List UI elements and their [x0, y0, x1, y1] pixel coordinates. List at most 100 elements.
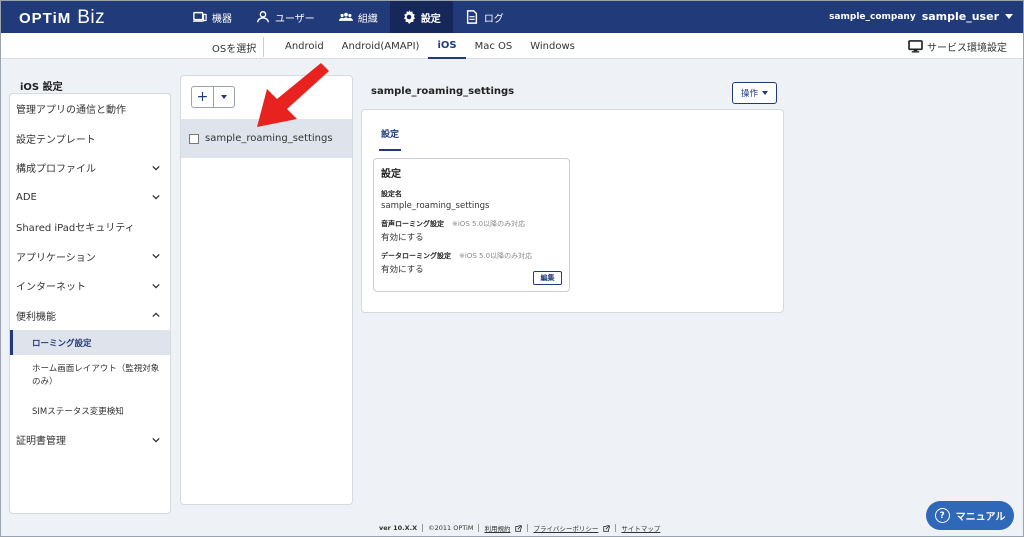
- company-name: sample_company: [829, 11, 916, 22]
- edit-button[interactable]: 編集: [533, 271, 562, 285]
- operations-label: 操作: [740, 89, 758, 99]
- sidebar-title: iOS 設定: [20, 82, 63, 93]
- field-label-text: 音声ローミング設定: [381, 220, 444, 228]
- external-link-icon: [515, 524, 523, 532]
- tab-settings[interactable]: 設定: [379, 127, 402, 151]
- sidebar-item-label: 便利機能: [16, 311, 56, 323]
- tab-ios[interactable]: iOS: [428, 33, 466, 59]
- sidebar-item-internet[interactable]: インターネット: [10, 271, 170, 301]
- divider: [263, 37, 264, 57]
- chevron-down-icon: [152, 165, 160, 171]
- main-nav: 機器 ユーザー 組織 設定 ログ: [181, 1, 516, 33]
- field-label-name: 設定名: [381, 189, 562, 199]
- privacy-link[interactable]: プライバシーポリシー: [533, 523, 598, 533]
- nav-devices[interactable]: 機器: [181, 1, 244, 33]
- card-title: 設定: [381, 169, 401, 180]
- red-arrow-annotation: [257, 63, 329, 127]
- divider: [527, 524, 529, 532]
- sidebar-item-label: 管理アプリの通信と動作: [16, 105, 126, 117]
- sidebar-item-label: 設定テンプレート: [16, 134, 96, 146]
- caret-down-icon: [221, 95, 227, 99]
- nav-settings[interactable]: 設定: [389, 1, 453, 33]
- service-env-label: サービス環境設定: [927, 43, 1007, 54]
- sidebar-item-convenience[interactable]: 便利機能: [10, 301, 170, 331]
- divider: [478, 524, 480, 532]
- user-name: sample_user: [921, 10, 999, 23]
- logo-biz: Biz: [77, 7, 106, 28]
- nav-log[interactable]: ログ: [453, 1, 516, 33]
- chevron-down-icon: [152, 195, 160, 200]
- sidebar-item-shared-ipad[interactable]: Shared iPadセキュリティ: [10, 212, 170, 242]
- detail-panel: 設定 設定 設定名 sample_roaming_settings 音声ローミン…: [361, 109, 784, 313]
- operations-button[interactable]: 操作: [732, 82, 777, 104]
- list-item-label: sample_roaming_settings: [205, 133, 333, 144]
- caret-down-icon: [1005, 14, 1013, 19]
- sidebar-item-applications[interactable]: アプリケーション: [10, 242, 170, 272]
- user-menu[interactable]: sample_company sample_user: [829, 10, 1013, 23]
- sidebar-item-label: インターネット: [16, 282, 86, 294]
- sidebar-subitem-home-layout[interactable]: ホーム画面レイアウト（監視対象のみ）: [10, 355, 170, 397]
- settings-card: 設定 設定名 sample_roaming_settings 音声ローミング設定…: [373, 158, 570, 292]
- sidebar-item-ade[interactable]: ADE: [10, 183, 170, 213]
- field-note: ※iOS 5.0以降のみ対応: [452, 220, 526, 228]
- group-icon: [338, 12, 353, 21]
- field-label-voice-roaming: 音声ローミング設定 ※iOS 5.0以降のみ対応: [381, 219, 562, 229]
- sidebar-item-config-profile[interactable]: 構成プロファイル: [10, 153, 170, 183]
- add-dropdown-button[interactable]: [213, 87, 234, 107]
- nav-users[interactable]: ユーザー: [244, 1, 327, 33]
- divider: [422, 524, 424, 532]
- sidebar: 管理アプリの通信と動作 設定テンプレート 構成プロファイル ADE Shared…: [9, 93, 171, 514]
- gear-icon: [403, 10, 415, 24]
- sidebar-item-app-comm[interactable]: 管理アプリの通信と動作: [10, 94, 170, 124]
- nav-devices-label: 機器: [212, 13, 232, 25]
- sitemap-link[interactable]: サイトマップ: [621, 523, 660, 533]
- field-label-text: 設定名: [381, 190, 402, 198]
- version-text: ver 10.X.X: [379, 524, 418, 532]
- top-bar: OPTiM Biz 機器 ユーザー 組織 設定 ログ sample_company…: [1, 1, 1023, 33]
- divider: [615, 524, 617, 532]
- external-link-icon: [603, 524, 611, 532]
- manual-label: マニュアル: [955, 512, 1006, 523]
- os-select-label: OSを選択: [212, 44, 257, 55]
- nav-organization-label: 組織: [357, 13, 378, 25]
- sidebar-item-label: Shared iPadセキュリティ: [16, 223, 135, 235]
- chevron-up-icon: [152, 312, 160, 318]
- os-tabs: Android Android(AMAPI) iOS Mac OS Window…: [276, 33, 584, 59]
- field-note: ※iOS 5.0以降のみ対応: [459, 252, 533, 260]
- tab-windows[interactable]: Windows: [521, 33, 584, 59]
- sidebar-item-label: アプリケーション: [16, 252, 96, 264]
- copyright-text: ©2011 OPTiM: [428, 524, 474, 532]
- optim-biz-logo[interactable]: OPTiM Biz: [19, 7, 105, 29]
- sidebar-item-label: 証明書管理: [16, 436, 66, 448]
- footer: ver 10.X.X ©2011 OPTiM 利用規約 プライバシーポリシー サ…: [379, 523, 660, 533]
- chevron-down-icon: [152, 254, 160, 259]
- user-icon: [257, 11, 269, 23]
- sidebar-subitem-sim-status[interactable]: SIMステータス変更検知: [10, 397, 170, 425]
- nav-users-label: ユーザー: [275, 13, 315, 25]
- field-label-data-roaming: データローミング設定 ※iOS 5.0以降のみ対応: [381, 251, 562, 261]
- tab-android-amapi[interactable]: Android(AMAPI): [333, 33, 429, 59]
- nav-organization[interactable]: 組織: [327, 1, 390, 33]
- field-value-voice-roaming: 有効にする: [381, 233, 424, 243]
- sidebar-item-label: ADE: [16, 191, 37, 203]
- service-env-link[interactable]: サービス環境設定: [908, 39, 1007, 54]
- chevron-down-icon: [152, 437, 160, 443]
- list-item-checkbox[interactable]: [189, 133, 199, 144]
- question-icon: ?: [934, 508, 950, 523]
- sidebar-item-certificates[interactable]: 証明書管理: [10, 425, 170, 455]
- nav-log-label: ログ: [483, 13, 504, 25]
- settings-list-panel: + sample_roaming_settings: [180, 75, 353, 505]
- logo-optim: OPTiM: [19, 10, 72, 27]
- sidebar-item-templates[interactable]: 設定テンプレート: [10, 124, 170, 154]
- detail-title: sample_roaming_settings: [371, 86, 515, 97]
- add-button[interactable]: +: [192, 87, 213, 107]
- os-selection-bar: OSを選択 Android Android(AMAPI) iOS Mac OS …: [1, 33, 1023, 59]
- field-label-text: データローミング設定: [381, 252, 451, 260]
- sidebar-subitem-roaming[interactable]: ローミング設定: [10, 330, 170, 355]
- nav-settings-label: 設定: [420, 13, 441, 25]
- terms-link[interactable]: 利用規約: [484, 523, 510, 533]
- tab-macos[interactable]: Mac OS: [466, 33, 522, 59]
- document-icon: [466, 10, 477, 24]
- tab-android[interactable]: Android: [276, 33, 333, 59]
- manual-button[interactable]: ? マニュアル: [926, 501, 1014, 530]
